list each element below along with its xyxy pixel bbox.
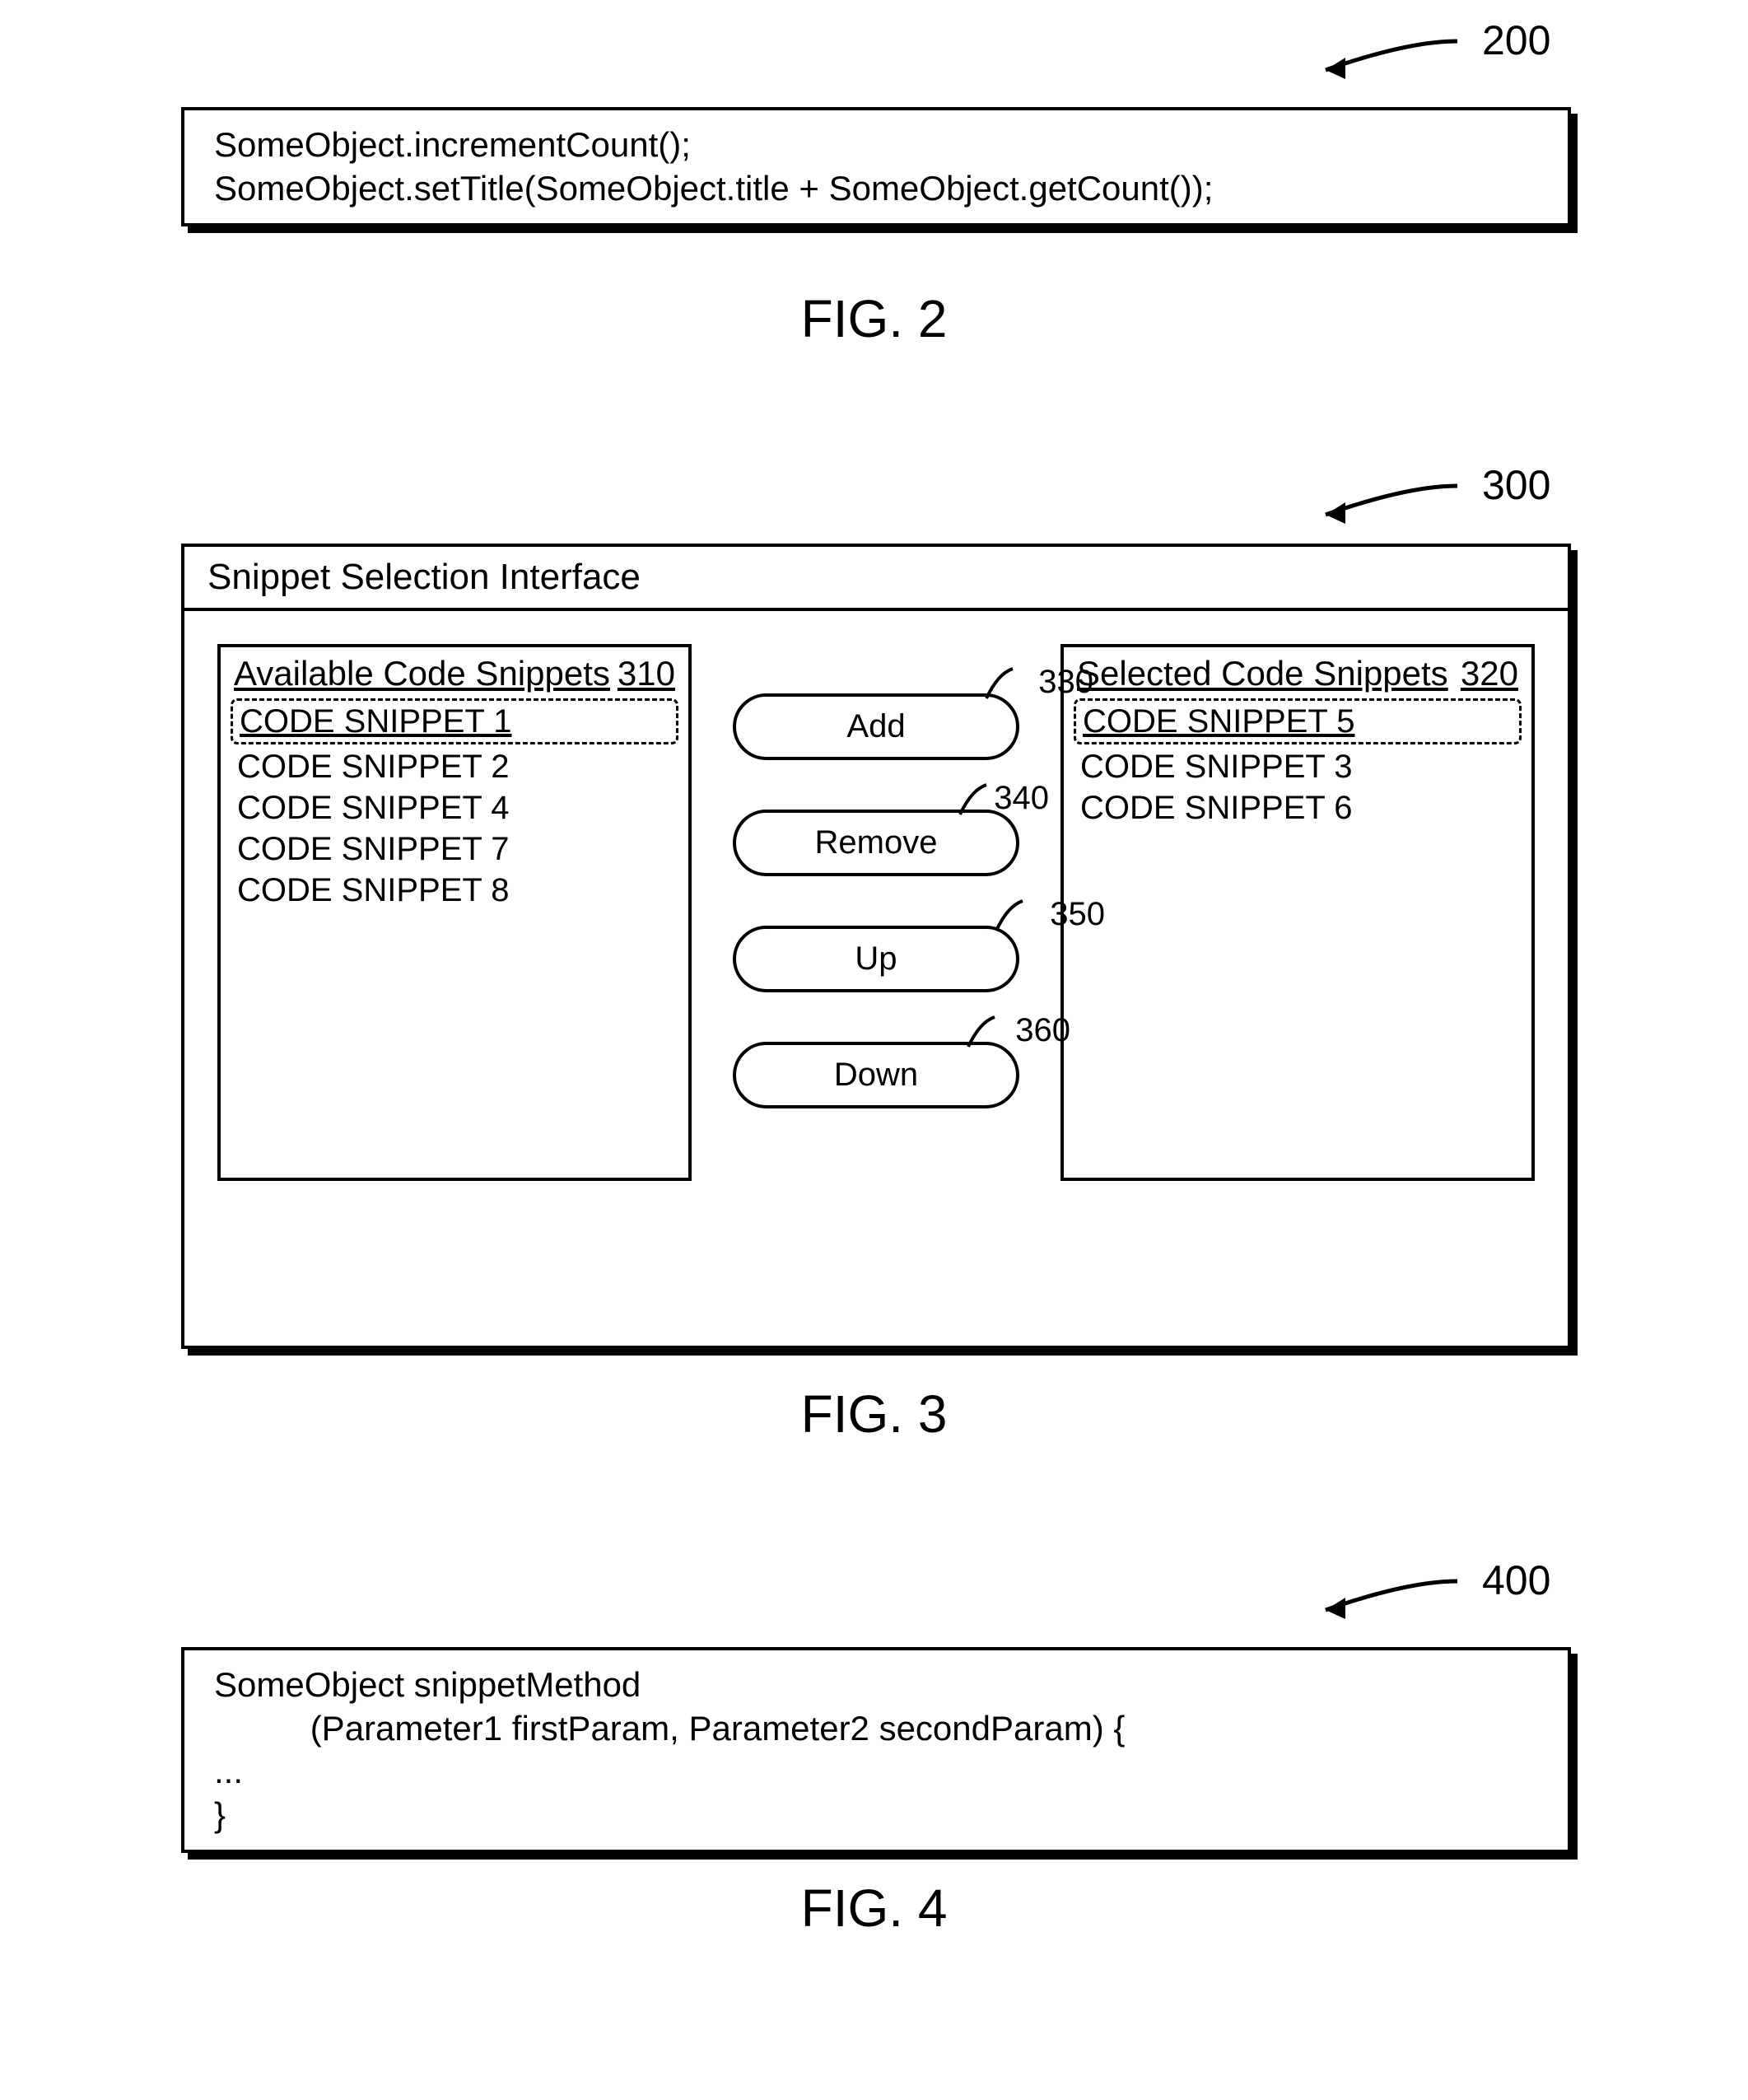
list-item[interactable]: CODE SNIPPET 1 (231, 698, 678, 744)
ref-200: 200 (1482, 16, 1550, 64)
available-header: Available Code Snippets 310 (234, 654, 675, 697)
leader-340 (952, 782, 998, 819)
fig3-caption: FIG. 3 (801, 1384, 948, 1444)
down-btn-wrap: 360 Down (733, 1042, 1019, 1108)
ref-400: 400 (1482, 1556, 1550, 1604)
button-column: 330 Add 340 Remove 350 Up 360 Down (733, 644, 1019, 1108)
fig4-code: SomeObject snippetMethod (Parameter1 fir… (184, 1650, 1568, 1850)
list-item[interactable]: CODE SNIPPET 5 (1074, 698, 1522, 744)
fig4-code-box: SomeObject snippetMethod (Parameter1 fir… (181, 1647, 1571, 1853)
leader-arrow-200 (1309, 25, 1474, 91)
remove-button[interactable]: Remove (733, 810, 1019, 876)
available-ref: 310 (618, 654, 675, 693)
leader-350 (988, 898, 1034, 936)
selected-ref: 320 (1461, 654, 1518, 693)
list-item[interactable]: CODE SNIPPET 2 (234, 746, 675, 787)
fig4-caption: FIG. 4 (801, 1878, 948, 1939)
fig2-caption: FIG. 2 (801, 288, 948, 349)
selected-title: Selected Code Snippets (1077, 654, 1448, 693)
fig2-code-box: SomeObject.incrementCount(); SomeObject.… (181, 107, 1571, 226)
leader-arrow-300 (1309, 469, 1474, 535)
up-btn-wrap: 350 Up (733, 926, 1019, 992)
list-item[interactable]: CODE SNIPPET 4 (234, 787, 675, 828)
available-title: Available Code Snippets (234, 654, 610, 693)
list-item[interactable]: CODE SNIPPET 8 (234, 870, 675, 911)
fig2-code: SomeObject.incrementCount(); SomeObject.… (184, 110, 1568, 223)
window-title: Snippet Selection Interface (184, 547, 1568, 611)
leader-360 (960, 1014, 1006, 1052)
list-item[interactable]: CODE SNIPPET 7 (234, 828, 675, 870)
fig3-window: Snippet Selection Interface Available Co… (181, 544, 1571, 1349)
ref-300: 300 (1482, 461, 1550, 509)
available-panel: Available Code Snippets 310 CODE SNIPPET… (217, 644, 692, 1181)
leader-arrow-400 (1309, 1565, 1474, 1631)
selected-panel: Selected Code Snippets 320 CODE SNIPPET … (1060, 644, 1535, 1181)
list-item[interactable]: CODE SNIPPET 3 (1077, 746, 1518, 787)
add-button[interactable]: Add (733, 693, 1019, 760)
list-item[interactable]: CODE SNIPPET 6 (1077, 787, 1518, 828)
ref-340: 340 (994, 780, 1049, 817)
remove-btn-wrap: 340 Remove (733, 810, 1019, 876)
add-btn-wrap: 330 Add (733, 693, 1019, 760)
selected-header: Selected Code Snippets 320 (1077, 654, 1518, 697)
down-button[interactable]: Down (733, 1042, 1019, 1108)
leader-330 (978, 665, 1024, 703)
up-button[interactable]: Up (733, 926, 1019, 992)
